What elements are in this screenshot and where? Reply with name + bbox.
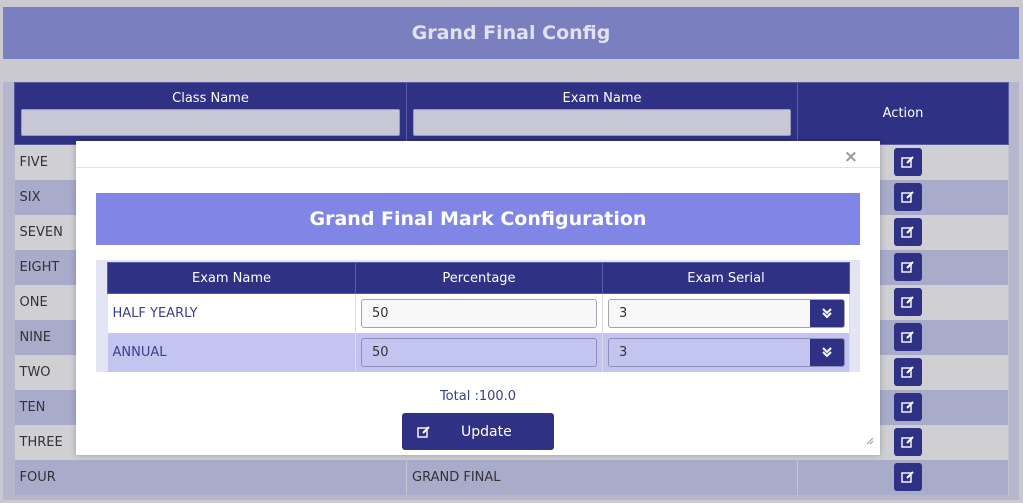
modal-overlay: × Grand Final Mark Configuration Exam Na… bbox=[0, 0, 1023, 503]
config-table-container: Exam Name Percentage Exam Serial HALF YE… bbox=[96, 260, 860, 372]
grand-final-modal: × Grand Final Mark Configuration Exam Na… bbox=[76, 141, 880, 455]
percentage-input[interactable]: 50 bbox=[361, 298, 597, 328]
chevron-double-down-icon bbox=[810, 299, 844, 327]
close-icon[interactable]: × bbox=[844, 147, 858, 167]
exam-serial-value: 3 bbox=[619, 344, 628, 360]
modal-divider bbox=[76, 167, 880, 168]
modal-title: Grand Final Mark Configuration bbox=[96, 193, 860, 245]
resize-handle-icon[interactable] bbox=[866, 434, 874, 449]
config-table: Exam Name Percentage Exam Serial HALF YE… bbox=[107, 262, 850, 372]
update-button-label: Update bbox=[461, 423, 512, 440]
table-row: HALF YEARLY 50 3 bbox=[107, 293, 850, 333]
exam-serial-select[interactable]: 3 bbox=[608, 337, 845, 367]
exam-serial-select[interactable]: 3 bbox=[608, 298, 845, 328]
config-exam-name-cell: HALF YEARLY bbox=[107, 293, 356, 333]
config-exam-serial-header: Exam Serial bbox=[602, 262, 850, 294]
exam-serial-value: 3 bbox=[619, 305, 628, 321]
update-button[interactable]: Update bbox=[402, 413, 554, 450]
edit-icon bbox=[417, 425, 431, 439]
total-label: Total :100.0 bbox=[439, 389, 517, 404]
table-row: ANNUAL 50 3 bbox=[107, 332, 850, 372]
percentage-input[interactable]: 50 bbox=[361, 337, 597, 367]
chevron-double-down-icon bbox=[810, 338, 844, 366]
config-exam-name-header: Exam Name bbox=[107, 262, 356, 294]
config-percentage-header: Percentage bbox=[355, 262, 603, 294]
config-exam-name-cell: ANNUAL bbox=[107, 332, 356, 372]
